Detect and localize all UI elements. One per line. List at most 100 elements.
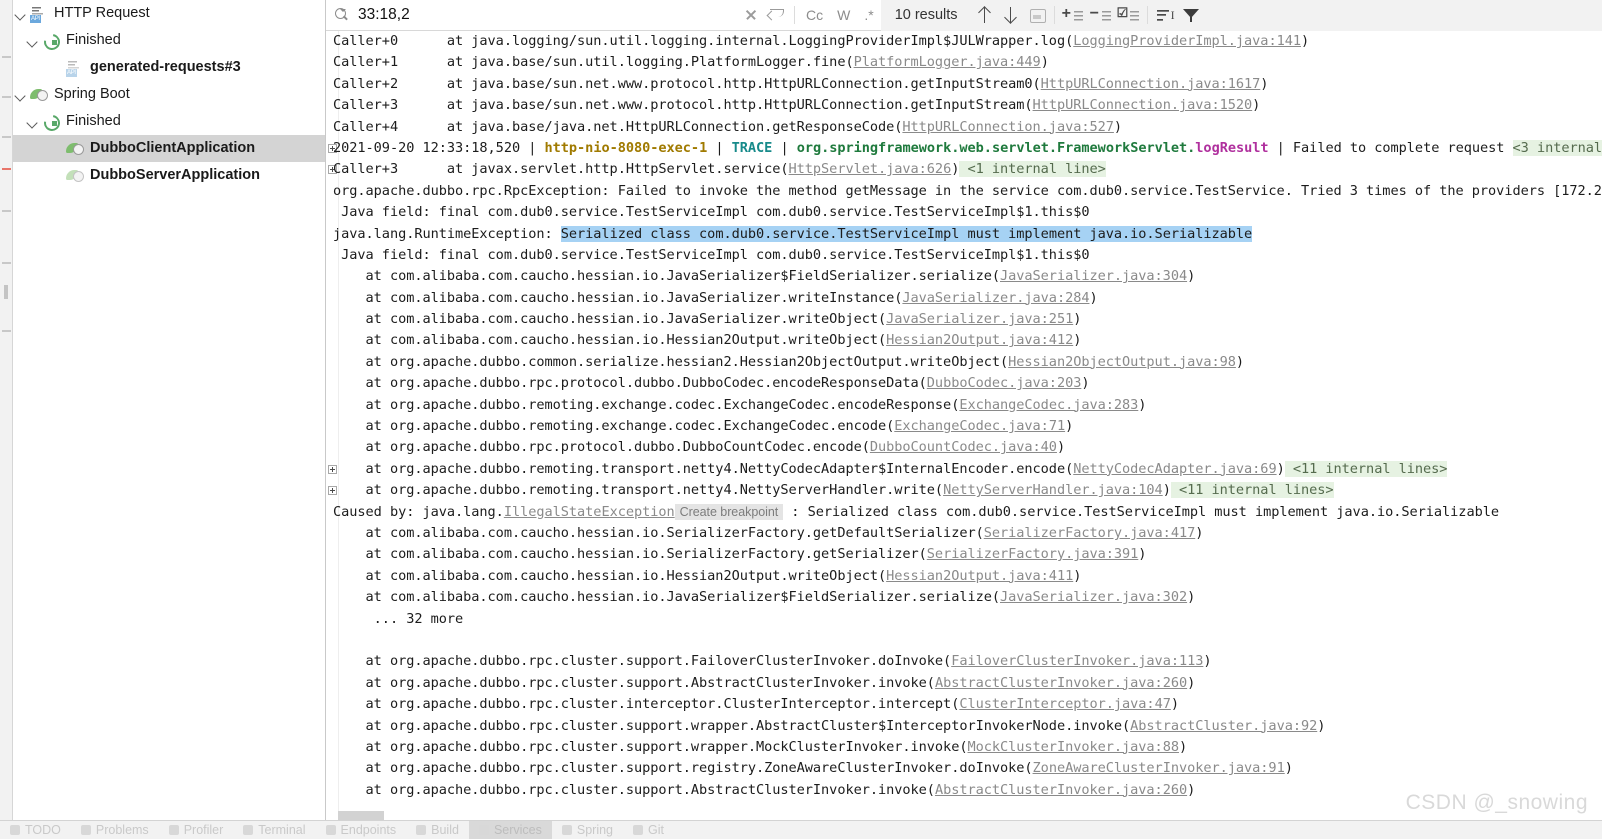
- internal-lines-badge[interactable]: <11 internal lines>: [1284, 460, 1447, 477]
- tree-item-http-request[interactable]: HTTP Request: [13, 0, 325, 27]
- console-text-span: ): [1073, 332, 1082, 349]
- tree-item-label: Finished: [66, 32, 121, 48]
- source-link[interactable]: AbstractClusterInvoker.java:260: [935, 675, 1187, 691]
- run-tree-sidebar[interactable]: HTTP Request Finished generated-requests#3…: [13, 0, 326, 820]
- search-field-wrapper[interactable]: Cc W .*: [326, 0, 881, 31]
- source-link[interactable]: HttpServlet.java:626: [789, 161, 952, 177]
- internal-lines-badge[interactable]: <3 internal lines>: [1512, 139, 1602, 156]
- console-text-span: ): [1252, 97, 1261, 114]
- source-link[interactable]: DubboCodec.java:203: [927, 375, 1082, 391]
- tree-item-label: DubboServerApplication: [90, 167, 260, 183]
- select-all-occurrences-icon[interactable]: [1024, 2, 1050, 28]
- chevron-down-icon[interactable]: [13, 6, 29, 22]
- whole-words-button[interactable]: W: [830, 3, 857, 27]
- chevron-down-icon[interactable]: [25, 114, 41, 130]
- statusbar-item-spring[interactable]: Spring: [552, 821, 623, 839]
- source-link[interactable]: NettyServerHandler.java:104: [943, 482, 1163, 498]
- statusbar-item-build[interactable]: Build: [406, 821, 469, 839]
- console-line: at com.alibaba.com.caucho.hessian.io.Ser…: [333, 523, 1602, 544]
- scrollbar-thumb[interactable]: [338, 811, 384, 820]
- source-link[interactable]: DubboCountCodec.java:40: [870, 439, 1057, 455]
- regex-newline-icon[interactable]: [764, 2, 790, 28]
- rerun-icon: [41, 32, 61, 50]
- chevron-down-icon[interactable]: [13, 87, 29, 103]
- source-link[interactable]: FailoverClusterInvoker.java:113: [951, 653, 1203, 669]
- console-text-span: at org.apache.dubbo.remoting.exchange.co…: [333, 396, 960, 413]
- source-link[interactable]: JavaSerializer.java:302: [1000, 589, 1187, 605]
- statusbar-item-label: Spring: [576, 823, 614, 837]
- statusbar-item-endpoints[interactable]: Endpoints: [316, 821, 407, 839]
- source-link[interactable]: AbstractClusterInvoker.java:260: [935, 782, 1187, 798]
- console-text-span: ): [1187, 781, 1196, 798]
- source-link[interactable]: HttpURLConnection.java:1617: [1041, 76, 1261, 92]
- tree-item-label: Finished: [66, 113, 121, 129]
- statusbar-item-problems[interactable]: Problems: [71, 821, 159, 839]
- console-line: java.lang.RuntimeException: Serialized c…: [333, 224, 1602, 245]
- soft-wrap-icon[interactable]: [1152, 2, 1178, 28]
- search-input[interactable]: [358, 1, 738, 29]
- match-case-button[interactable]: Cc: [799, 3, 830, 27]
- console-text-span: TRACE: [731, 139, 781, 156]
- source-link[interactable]: JavaSerializer.java:251: [886, 311, 1073, 327]
- console-text-span: ): [1138, 396, 1147, 413]
- chevron-down-icon[interactable]: [25, 33, 41, 49]
- console-text-span: ): [1138, 546, 1147, 563]
- internal-lines-badge[interactable]: <11 internal lines>: [1170, 482, 1334, 499]
- source-link[interactable]: NettyCodecAdapter.java:69: [1073, 461, 1276, 477]
- statusbar-item-profiler[interactable]: Profiler: [159, 821, 234, 839]
- source-link[interactable]: HttpURLConnection.java:527: [902, 119, 1114, 135]
- source-link[interactable]: Hessian2ObjectOutput.java:98: [1008, 354, 1236, 370]
- tree-item-generated-requests-3[interactable]: generated-requests#3: [13, 54, 325, 81]
- source-link[interactable]: Hessian2Output.java:412: [886, 332, 1073, 348]
- create-breakpoint-hint[interactable]: Create breakpoint: [674, 503, 784, 520]
- source-link[interactable]: MockClusterInvoker.java:88: [967, 739, 1179, 755]
- statusbar-item-services[interactable]: Services: [468, 821, 552, 839]
- tree-item-finished[interactable]: Finished: [13, 27, 325, 54]
- collapse-lines-icon[interactable]: −: [1087, 2, 1115, 28]
- source-link[interactable]: ExchangeCodec.java:71: [894, 418, 1065, 434]
- previous-occurrence-icon[interactable]: [972, 2, 998, 28]
- source-link[interactable]: Hessian2Output.java:411: [886, 568, 1073, 584]
- console-text-span: Caused by: java.lang.: [333, 503, 504, 520]
- statusbar-item-git[interactable]: Git: [623, 821, 674, 839]
- regex-button[interactable]: .*: [857, 3, 880, 27]
- source-link[interactable]: PlatformLogger.java:449: [854, 54, 1041, 70]
- statusbar-item-terminal[interactable]: Terminal: [233, 821, 315, 839]
- clear-search-icon[interactable]: [738, 2, 764, 28]
- console-line: at com.alibaba.com.caucho.hessian.io.Jav…: [333, 266, 1602, 287]
- console-search-toolbar: Cc W .* 10 results + − ☑: [326, 0, 1602, 31]
- filter-icon[interactable]: [1178, 2, 1204, 28]
- toggle-check-icon[interactable]: ☑: [1115, 2, 1143, 28]
- console-text-span: ): [1040, 54, 1049, 71]
- statusbar-item-todo[interactable]: TODO: [0, 821, 71, 839]
- console-text-span: ): [1056, 439, 1066, 456]
- console-line: at org.apache.dubbo.remoting.transport.n…: [333, 459, 1602, 480]
- expand-lines-icon[interactable]: +: [1059, 2, 1087, 28]
- tree-item-label: HTTP Request: [54, 5, 150, 21]
- next-occurrence-icon[interactable]: [998, 2, 1024, 28]
- tree-item-spring-boot[interactable]: Spring Boot: [13, 81, 325, 108]
- source-link[interactable]: ExchangeCodec.java:283: [959, 397, 1138, 413]
- spring-icon: [65, 140, 85, 158]
- console-text-span: 2021-09-20 12:33:18,520: [333, 139, 529, 156]
- chevron-down-icon[interactable]: [340, 8, 346, 12]
- statusbar-item-icon: [325, 825, 336, 835]
- source-link[interactable]: LoggingProviderImpl.java:141: [1073, 33, 1301, 49]
- source-link[interactable]: SerializerFactory.java:391: [927, 546, 1139, 562]
- internal-lines-badge[interactable]: <1 internal line>: [959, 161, 1106, 178]
- console-output-panel[interactable]: Caller+0 at java.logging/sun.util.loggin…: [326, 31, 1602, 820]
- source-link[interactable]: SerializerFactory.java:417: [984, 525, 1196, 541]
- source-link[interactable]: JavaSerializer.java:304: [1000, 268, 1187, 284]
- source-link[interactable]: AbstractCluster.java:92: [1130, 718, 1317, 734]
- console-line: at com.alibaba.com.caucho.hessian.io.Jav…: [333, 587, 1602, 608]
- console-text-span: Caller+0 at java.logging/sun.util.loggin…: [333, 33, 1074, 49]
- source-link[interactable]: ClusterInterceptor.java:47: [959, 696, 1171, 712]
- tree-item-dubboserverapplication[interactable]: DubboServerApplication: [13, 162, 325, 189]
- bottom-tool-window-bar[interactable]: TODO Problems Profiler Terminal Endpoints Bui…: [0, 820, 1602, 839]
- source-link[interactable]: IllegalStateException: [504, 504, 675, 520]
- tree-item-dubboclientapplication[interactable]: DubboClientApplication: [13, 135, 325, 162]
- source-link[interactable]: HttpURLConnection.java:1520: [1033, 97, 1253, 113]
- source-link[interactable]: JavaSerializer.java:284: [902, 290, 1089, 306]
- tree-item-finished[interactable]: Finished: [13, 108, 325, 135]
- source-link[interactable]: ZoneAwareClusterInvoker.java:91: [1033, 760, 1285, 776]
